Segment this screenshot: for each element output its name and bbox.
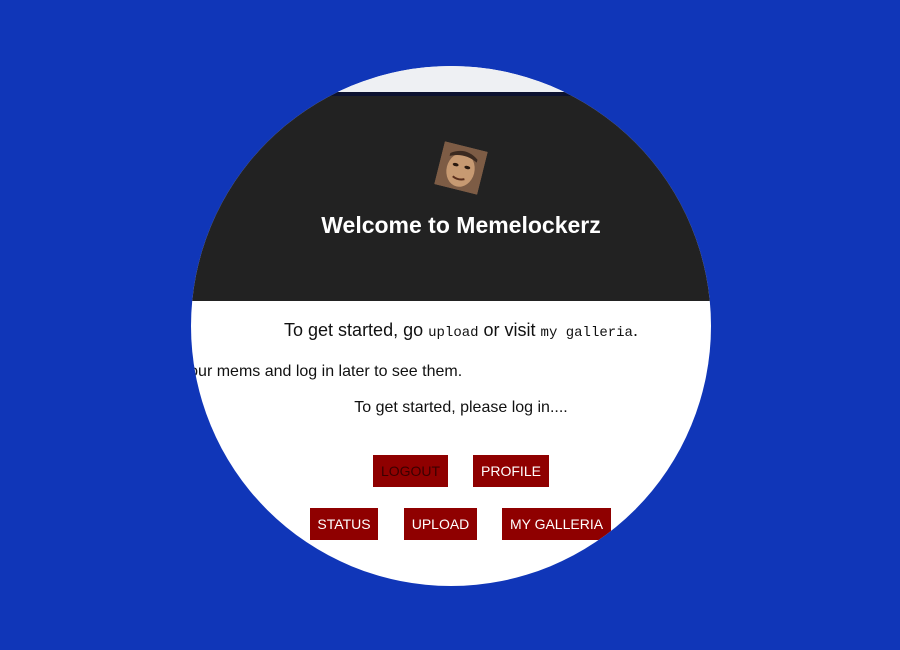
page-header: Welcome to Memelockerz xyxy=(191,96,711,301)
page-title: Welcome to Memelockerz xyxy=(321,212,601,238)
page-content: Welcome to Memelockerz To get started, g… xyxy=(191,66,711,586)
face-avatar-icon xyxy=(434,141,488,195)
login-prompt: To get started, please log in.... xyxy=(354,399,568,416)
circular-viewport: Welcome to Memelockerz To get started, g… xyxy=(191,66,711,586)
intro-suffix: . xyxy=(632,320,638,340)
galleria-link[interactable]: my galleria xyxy=(541,325,633,341)
description-text: Memelockerz is a place where you can sto… xyxy=(191,363,463,380)
logout-button[interactable]: LOGOUT xyxy=(373,455,448,487)
upload-link[interactable]: upload xyxy=(428,325,478,341)
intro-prefix: To get started, go xyxy=(284,320,429,340)
profile-button[interactable]: PROFILE xyxy=(473,455,549,487)
intro-text: To get started, go upload or visit my ga… xyxy=(191,320,711,341)
intro-middle: or visit xyxy=(478,320,541,340)
browser-top-strip xyxy=(191,66,711,92)
upload-button[interactable]: UPLOAD xyxy=(404,508,477,540)
status-button[interactable]: STATUS xyxy=(310,508,378,540)
my-galleria-button[interactable]: MY GALLERIA xyxy=(502,508,611,540)
